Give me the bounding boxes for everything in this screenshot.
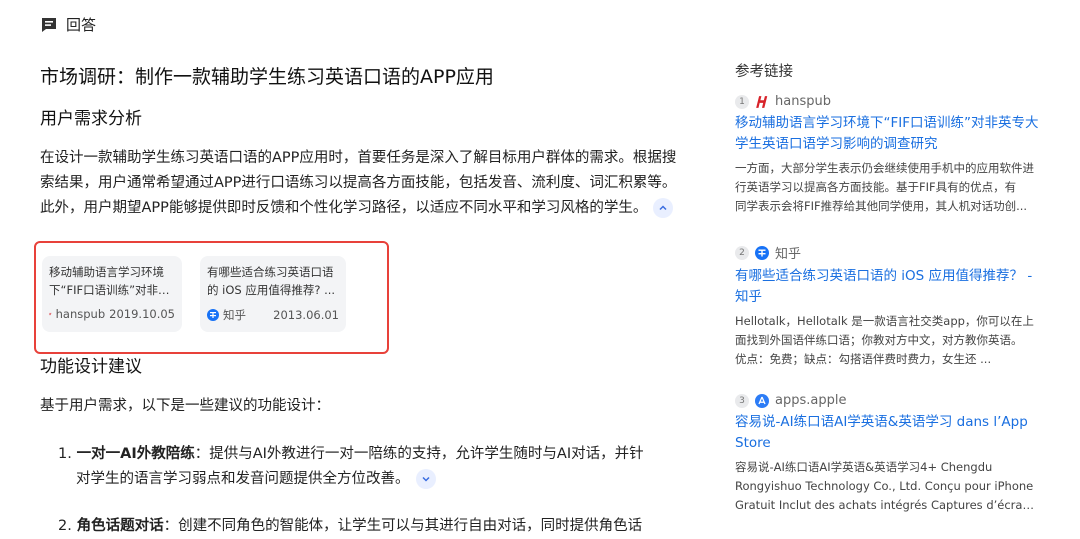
chevron-down-icon bbox=[421, 476, 430, 482]
list-item-number: 2. bbox=[58, 518, 72, 534]
list-item-continuation: 对学生的语言学习弱点和发音问题提供全方位改善。 bbox=[58, 467, 688, 492]
list-item: 1. 一对一AI外教陪练：提供与AI外教进行一对一陪练的支持，允许学生随时与AI… bbox=[58, 442, 688, 492]
answer-label: 回答 bbox=[66, 16, 97, 34]
reference-item: 3 apps.apple 容易说-AI练口语AI学英语&英语学习 dans l’… bbox=[735, 393, 1040, 515]
hanspub-logo-icon bbox=[49, 312, 52, 316]
card-source: hanspub bbox=[55, 307, 106, 321]
snippet-text: 一方面，大部分学生表示仍会继续使用手机中的应用软件进行英语学习以提高各方面技能。… bbox=[735, 161, 1034, 194]
reference-source-name: 知乎 bbox=[775, 247, 802, 262]
citation-card-meta: hanspub 2019.10.05 bbox=[49, 307, 175, 321]
list-item-heading: 一对一AI外教陪练 bbox=[76, 446, 195, 462]
citation-card[interactable]: 移动辅助语言学习环境 下“FIF口语训练”对非英... hanspub 2019… bbox=[42, 256, 182, 332]
analysis-paragraph: 在设计一款辅助学生练习英语口语的APP应用时，首要任务是深入了解目标用户群体的需… bbox=[40, 146, 690, 221]
card-title-line: 移动辅助语言学习环境 bbox=[49, 265, 164, 279]
paragraph-text: 在设计一款辅助学生练习英语口语的APP应用时，首要任务是深入了解目标用户群体的需… bbox=[40, 150, 677, 216]
reference-source-name: hanspub bbox=[775, 94, 831, 109]
reference-source: 2 知乎 bbox=[735, 243, 1040, 262]
snippet-text: 容易说-AI练口语AI学英语&英语学习4+ Chengdu Rongyishuo… bbox=[735, 460, 1034, 493]
list-item: 2. 角色话题对话：创建不同角色的智能体，让学生可以与其进行自由对话，同时提供角… bbox=[58, 514, 688, 539]
expand-citations-button[interactable] bbox=[415, 469, 436, 489]
hanspub-logo-icon bbox=[756, 95, 768, 108]
reference-source-name: apps.apple bbox=[775, 393, 847, 408]
card-title-line: 有哪些适合练习英语口语 bbox=[207, 265, 334, 279]
reference-item: 1 hanspub 移动辅助语言学习环境下“FIF口语训练”对非英专大学生英语口… bbox=[735, 94, 1040, 216]
reference-snippet: 容易说-AI练口语AI学英语&英语学习4+ Chengdu Rongyishuo… bbox=[735, 458, 1040, 515]
chevron-up-icon bbox=[659, 205, 667, 211]
card-date: 2013.06.01 bbox=[273, 308, 339, 322]
reference-link[interactable]: 有哪些适合练习英语口语的 iOS 应用值得推荐？ - 知乎 bbox=[735, 266, 1040, 308]
citation-card-title: 移动辅助语言学习环境 下“FIF口语训练”对非英... bbox=[49, 263, 175, 299]
snippet-text: 同学表示会将FIF推荐给其他同学使用，其人机对话功创... bbox=[735, 199, 1028, 213]
app-store-icon bbox=[755, 393, 769, 408]
citation-card[interactable]: 有哪些适合练习英语口语 的 iOS 应用值得推荐? ... 知乎 2013.06… bbox=[200, 256, 346, 332]
snippet-text: Hellotalk，Hellotalk 是一款语言社交类app，你可以在上面找到… bbox=[735, 314, 1034, 347]
answer-header: 回答 bbox=[40, 14, 96, 35]
reference-number: 2 bbox=[735, 245, 749, 260]
reference-link[interactable]: 容易说-AI练口语AI学英语&英语学习 dans l’App Store bbox=[735, 412, 1040, 454]
section-title-feature-design: 功能设计建议 bbox=[40, 357, 142, 377]
citation-card-meta: 知乎 2013.06.01 bbox=[207, 307, 339, 323]
reference-snippet: Hellotalk，Hellotalk 是一款语言社交类app，你可以在上面找到… bbox=[735, 312, 1040, 369]
zhihu-logo-icon bbox=[755, 245, 769, 260]
reference-number: 3 bbox=[735, 393, 749, 408]
citation-card-title: 有哪些适合练习英语口语 的 iOS 应用值得推荐? ... bbox=[207, 263, 339, 299]
chat-bubble-icon bbox=[42, 17, 56, 32]
reference-sidebar: 参考链接 1 hanspub 移动辅助语言学习环境下“FIF口语训练”对非英专大… bbox=[735, 60, 1045, 512]
reference-link[interactable]: 移动辅助语言学习环境下“FIF口语训练”对非英专大学生英语口语学习影响的调查研究 bbox=[735, 113, 1040, 155]
list-item-text: ：提供与AI外教进行一对一陪练的支持，允许学生随时与AI对话，并针 bbox=[194, 446, 644, 462]
snippet-text: Gratuit Inclut des achats intégrés Captu… bbox=[735, 498, 1040, 512]
list-item-text: 对学生的语言学习弱点和发音问题提供全方位改善。 bbox=[76, 471, 410, 487]
reference-source: 1 hanspub bbox=[735, 94, 1040, 109]
zhihu-logo-icon bbox=[207, 309, 219, 321]
list-item-number: 1. bbox=[58, 446, 72, 462]
feature-intro: 基于用户需求，以下是一些建议的功能设计： bbox=[40, 398, 330, 414]
card-title-line: 下“FIF口语训练”对非英... bbox=[49, 283, 175, 297]
reference-heading: 参考链接 bbox=[735, 64, 793, 80]
card-title-line: 的 iOS 应用值得推荐? ... bbox=[207, 283, 336, 297]
reference-source: 3 apps.apple bbox=[735, 393, 1040, 408]
page-title: 市场调研：制作一款辅助学生练习英语口语的APP应用 bbox=[40, 66, 494, 88]
snippet-text: 优点：免费；缺点：勾搭语伴费时费力，女生还 ... bbox=[735, 352, 992, 366]
collapse-citations-button[interactable] bbox=[653, 198, 674, 218]
card-source: 知乎 bbox=[223, 308, 246, 322]
card-date: 2019.10.05 bbox=[109, 307, 175, 321]
reference-snippet: 一方面，大部分学生表示仍会继续使用手机中的应用软件进行英语学习以提高各方面技能。… bbox=[735, 159, 1040, 216]
reference-number: 1 bbox=[735, 94, 749, 109]
reference-item: 2 知乎 有哪些适合练习英语口语的 iOS 应用值得推荐？ - 知乎 Hello… bbox=[735, 243, 1040, 369]
section-title-user-needs: 用户需求分析 bbox=[40, 109, 142, 129]
